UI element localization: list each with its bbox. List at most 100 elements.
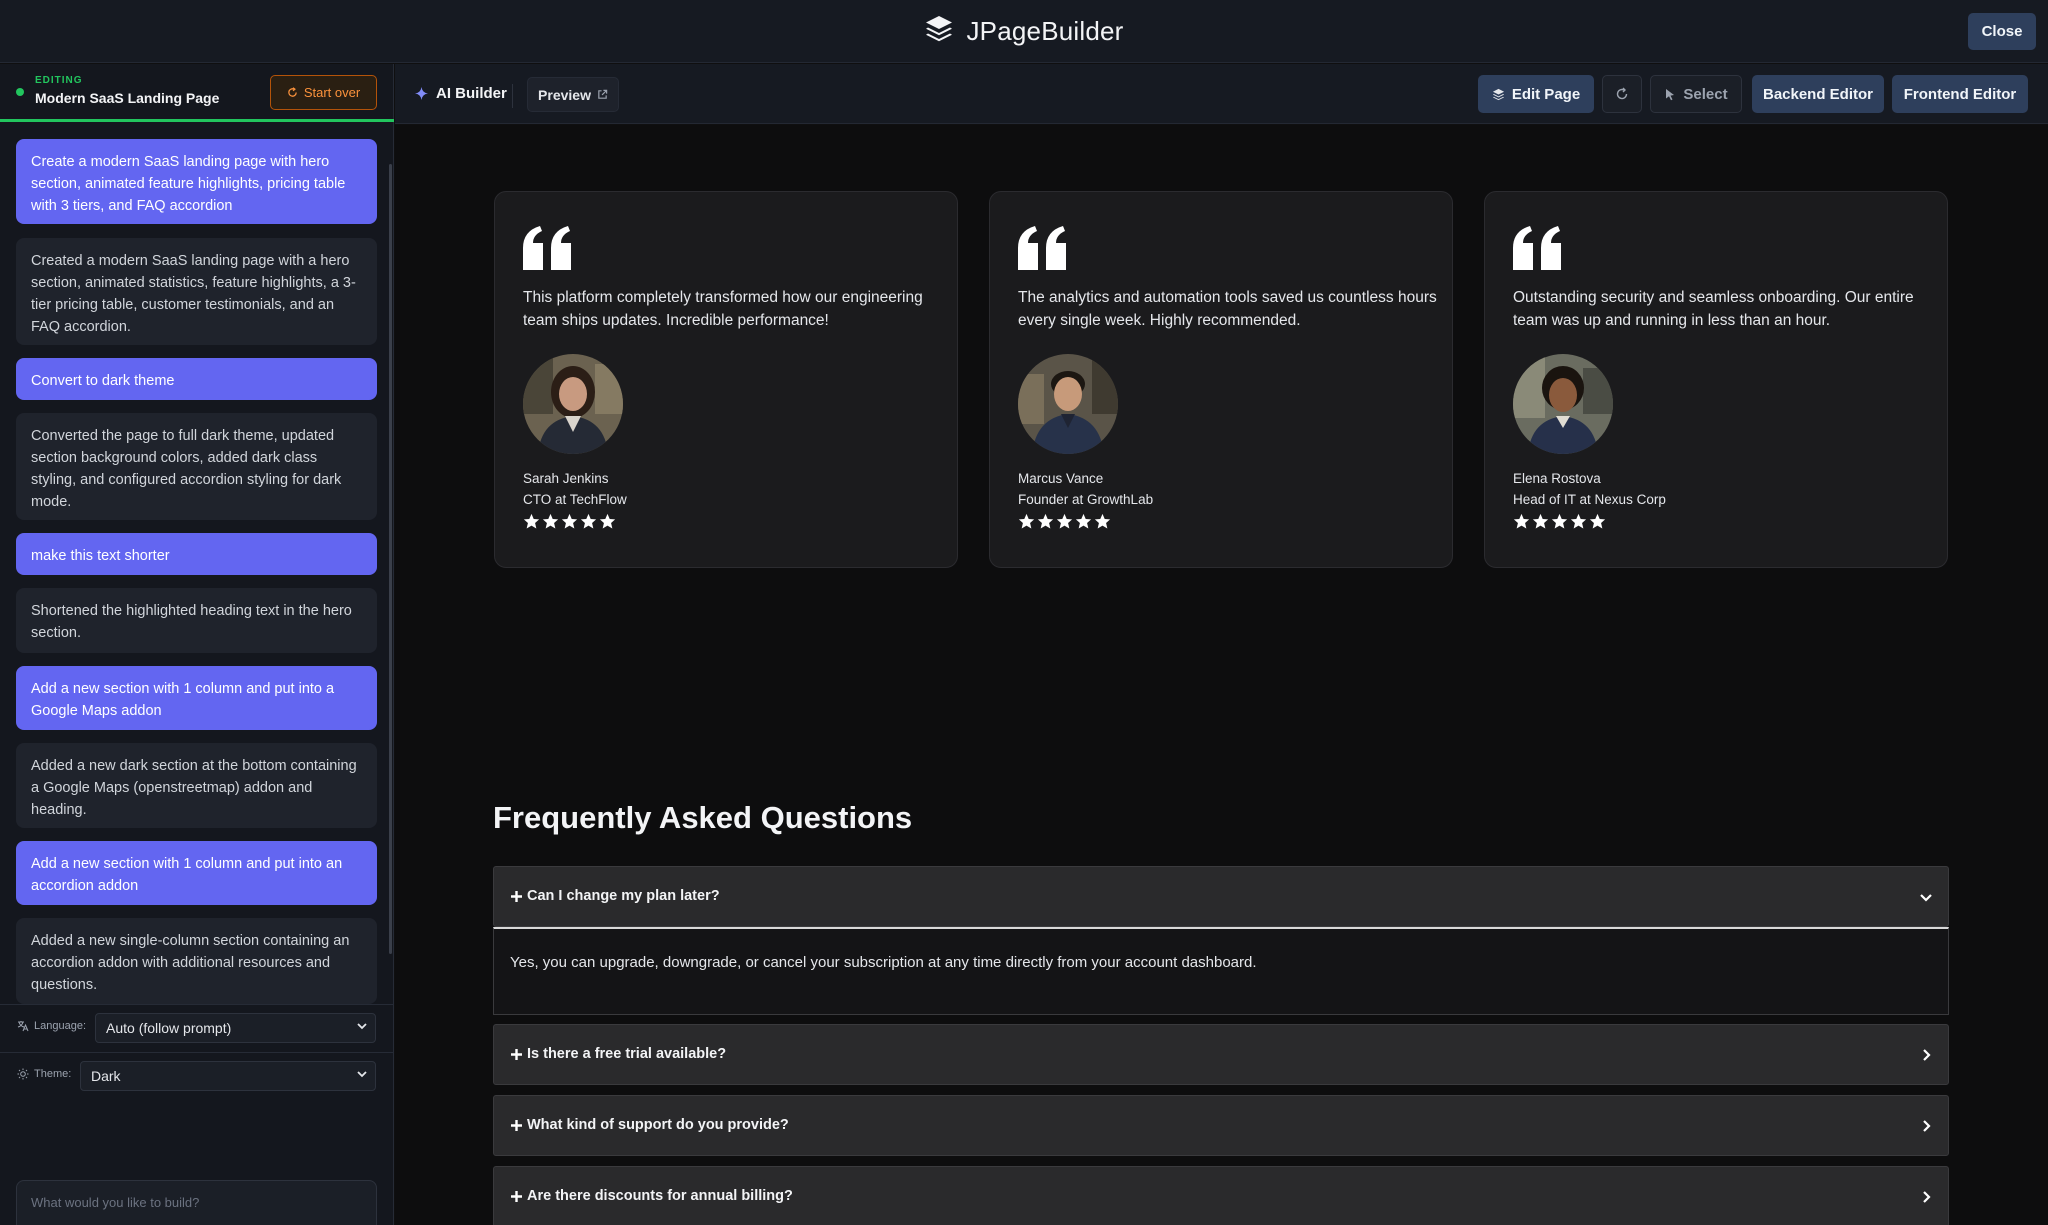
plus-icon <box>511 890 522 902</box>
testimonial-quote: The analytics and automation tools saved… <box>1018 289 1437 329</box>
refresh-button[interactable] <box>1602 75 1642 113</box>
refresh-icon <box>288 87 297 97</box>
translate-icon <box>17 1021 29 1032</box>
preview-button[interactable]: Preview <box>527 77 619 112</box>
plus-icon <box>511 1048 522 1060</box>
quote-icon <box>1018 226 1066 270</box>
quote-icon <box>523 226 571 270</box>
faq-question: Is there a free trial available? <box>510 1046 726 1062</box>
testimonial-quote: Outstanding security and seamless onboar… <box>1513 289 1914 329</box>
faq-item-open[interactable]: Can I change my plan later? <box>493 866 1949 927</box>
language-value: Auto (follow prompt) <box>106 1020 232 1036</box>
chevron-down-icon <box>357 1071 367 1078</box>
star-icon <box>542 513 559 529</box>
star-rating <box>523 513 616 530</box>
theme-select[interactable]: Dark <box>80 1061 376 1091</box>
author-role: CTO at TechFlow <box>523 492 627 507</box>
star-icon <box>523 513 540 529</box>
language-label: Language: <box>17 1020 86 1032</box>
refresh-icon <box>1616 87 1628 100</box>
faq-item[interactable]: Are there discounts for annual billing? <box>493 1166 1949 1225</box>
start-over-label: Start over <box>303 85 361 100</box>
faq-item[interactable]: What kind of support do you provide? <box>493 1095 1949 1156</box>
app-title: JPageBuilder <box>966 16 1124 46</box>
backend-editor-button[interactable]: Backend Editor <box>1752 75 1884 113</box>
chevron-down-icon <box>1920 894 1932 902</box>
author-role: Head of IT at Nexus Corp <box>1513 492 1666 507</box>
ai-message: Created a modern SaaS landing page with … <box>16 238 377 345</box>
ai-message: Added a new single-column section contai… <box>16 918 377 1004</box>
start-over-button[interactable]: Start over <box>270 75 377 110</box>
ai-builder-label: AI Builder <box>436 85 507 102</box>
ai-builder-tab[interactable]: AI Builder <box>415 85 507 102</box>
star-rating <box>1513 513 1606 530</box>
avatar <box>1018 354 1118 454</box>
avatar <box>523 354 623 454</box>
language-row: Language: Auto (follow prompt) <box>0 1004 394 1050</box>
author-name: Sarah Jenkins <box>523 471 609 486</box>
prompt-input[interactable] <box>31 1195 331 1210</box>
external-link-icon <box>598 89 608 99</box>
avatar <box>1513 354 1613 454</box>
author-name: Marcus Vance <box>1018 471 1104 486</box>
project-name: Modern SaaS Landing Page <box>35 90 220 106</box>
editing-label: EDITING <box>35 75 83 86</box>
chevron-down-icon <box>357 1023 367 1030</box>
author-name: Elena Rostova <box>1513 471 1601 486</box>
layers-icon <box>1492 88 1504 100</box>
faq-answer: Yes, you can upgrade, downgrade, or canc… <box>493 927 1949 1015</box>
brand: JPageBuilder <box>0 14 2048 49</box>
chevron-right-icon <box>1923 1191 1931 1203</box>
faq-question: What kind of support do you provide? <box>510 1117 789 1133</box>
edit-page-label: Edit Page <box>1511 85 1581 103</box>
top-bar: JPageBuilder Close <box>0 0 2048 63</box>
testimonial-card: Outstanding security and seamless onboar… <box>1484 191 1948 568</box>
language-select[interactable]: Auto (follow prompt) <box>95 1013 376 1043</box>
star-icon <box>1018 513 1035 529</box>
user-message: Convert to dark theme <box>16 358 377 400</box>
faq-question: Can I change my plan later? <box>510 888 720 904</box>
theme-value: Dark <box>91 1068 121 1084</box>
user-message: Add a new section with 1 column and put … <box>16 666 377 730</box>
ai-message: Shortened the highlighted heading text i… <box>16 588 377 653</box>
quote-icon <box>1513 226 1561 270</box>
faq-answer-text: Yes, you can upgrade, downgrade, or canc… <box>510 954 1257 971</box>
user-message: Create a modern SaaS landing page with h… <box>16 139 377 224</box>
sparkle-icon <box>415 87 428 100</box>
status-dot <box>16 88 24 96</box>
page-canvas: This platform completely transformed how… <box>395 125 2048 1225</box>
star-icon <box>1551 513 1568 529</box>
toolbar-divider <box>512 84 513 108</box>
star-icon <box>1075 513 1092 529</box>
ai-message: Converted the page to full dark theme, u… <box>16 413 377 520</box>
layers-logo-icon <box>924 14 954 49</box>
star-rating <box>1018 513 1111 530</box>
star-icon <box>561 513 578 529</box>
editor-toolbar: AI Builder Preview Edit Page Select Back… <box>395 64 2048 124</box>
faq-item[interactable]: Is there a free trial available? <box>493 1024 1949 1085</box>
star-icon <box>1513 513 1530 529</box>
theme-label: Theme: <box>17 1068 71 1080</box>
star-icon <box>1094 513 1111 529</box>
select-label: Select <box>1683 85 1728 103</box>
theme-row: Theme: Dark <box>0 1052 394 1098</box>
user-message: Add a new section with 1 column and put … <box>16 841 377 905</box>
edit-page-button[interactable]: Edit Page <box>1478 75 1594 113</box>
star-icon <box>1570 513 1587 529</box>
chevron-right-icon <box>1923 1120 1931 1132</box>
chat-history: Create a modern SaaS landing page with h… <box>16 139 377 1004</box>
chevron-right-icon <box>1923 1049 1931 1061</box>
prompt-box <box>16 1180 377 1225</box>
sun-icon <box>17 1068 29 1080</box>
author-role: Founder at GrowthLab <box>1018 492 1154 507</box>
preview-label: Preview <box>538 86 591 103</box>
select-button[interactable]: Select <box>1650 75 1742 113</box>
star-icon <box>1589 513 1606 529</box>
frontend-editor-button[interactable]: Frontend Editor <box>1892 75 2028 113</box>
faq-question: Are there discounts for annual billing? <box>510 1188 793 1204</box>
star-icon <box>580 513 597 529</box>
close-button[interactable]: Close <box>1968 13 2036 50</box>
testimonial-card: The analytics and automation tools saved… <box>989 191 1453 568</box>
chat-scrollbar[interactable] <box>389 164 392 954</box>
ai-chat-sidebar: EDITING Modern SaaS Landing Page Start o… <box>0 64 394 1225</box>
